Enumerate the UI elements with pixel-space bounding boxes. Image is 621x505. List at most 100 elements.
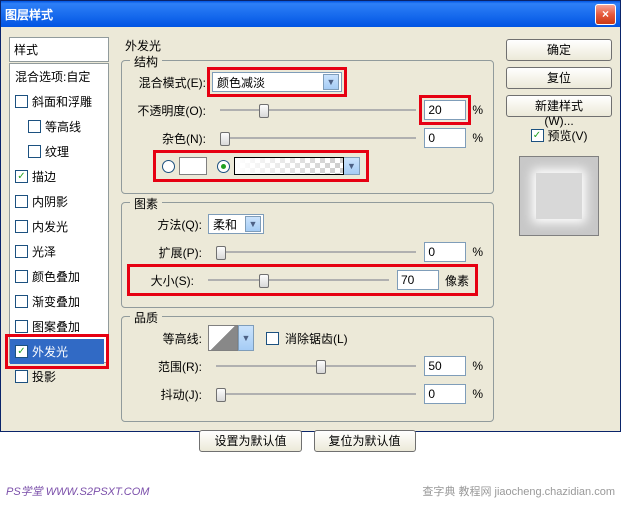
color-row: ▼ bbox=[132, 155, 483, 177]
gradient-radio[interactable] bbox=[217, 160, 230, 173]
preview-checkbox[interactable]: ✓ bbox=[531, 129, 544, 142]
dialog-content: 样式 混合选项:自定 斜面和浮雕 等高线 纹理 ✓描边 内阴影 内发光 光泽 颜… bbox=[1, 27, 620, 431]
list-item[interactable]: 等高线 bbox=[10, 114, 108, 139]
make-default-button[interactable]: 设置为默认值 bbox=[199, 430, 301, 452]
noise-slider[interactable] bbox=[220, 130, 416, 146]
elements-heading: 图素 bbox=[130, 195, 162, 212]
size-unit: 像素 bbox=[445, 272, 469, 289]
size-input[interactable]: 70 bbox=[397, 270, 439, 290]
opacity-row: 不透明度(O): 20 % bbox=[132, 99, 483, 121]
checkbox-icon[interactable] bbox=[15, 245, 28, 258]
color-swatch[interactable] bbox=[179, 157, 207, 175]
watermark-left: PS学堂 WWW.S2PSXT.COM bbox=[6, 483, 149, 499]
opacity-unit: % bbox=[472, 103, 483, 117]
checkbox-icon[interactable] bbox=[15, 95, 28, 108]
noise-input[interactable]: 0 bbox=[424, 128, 466, 148]
blend-mode-dropdown[interactable]: 颜色减淡 ▼ bbox=[212, 72, 342, 92]
preview-label: 预览(V) bbox=[548, 127, 588, 144]
new-style-button[interactable]: 新建样式(W)... bbox=[506, 95, 612, 117]
quality-group: 品质 等高线: ▼ 消除锯齿(L) 范围(R): 50 % 抖动(J): bbox=[121, 316, 494, 422]
list-item[interactable]: 斜面和浮雕 bbox=[10, 89, 108, 114]
jitter-label: 抖动(J): bbox=[132, 386, 208, 403]
structure-group: 结构 混合模式(E): 颜色减淡 ▼ 不透明度(O): 20 bbox=[121, 60, 494, 194]
jitter-input[interactable]: 0 bbox=[424, 384, 466, 404]
list-item[interactable]: ✓描边 bbox=[10, 164, 108, 189]
list-item[interactable]: 渐变叠加 bbox=[10, 289, 108, 314]
reset-default-button[interactable]: 复位为默认值 bbox=[314, 430, 416, 452]
checkbox-icon[interactable] bbox=[15, 295, 28, 308]
gradient-dropdown[interactable]: ▼ bbox=[234, 157, 360, 175]
style-list: 混合选项:自定 斜面和浮雕 等高线 纹理 ✓描边 内阴影 内发光 光泽 颜色叠加… bbox=[9, 63, 109, 363]
highlight-size: 大小(S): 70 像素 bbox=[127, 264, 478, 296]
dialog-title: 图层样式 bbox=[5, 6, 53, 23]
range-input[interactable]: 50 bbox=[424, 356, 466, 376]
highlight-color: ▼ bbox=[153, 150, 369, 182]
list-item-outer-glow[interactable]: ✓外发光 bbox=[10, 339, 104, 364]
antialias-checkbox[interactable] bbox=[266, 332, 279, 345]
preview-row: ✓ 预览(V) bbox=[506, 127, 612, 144]
watermark-right: 查字典 教程网 jiaocheng.chazidian.com bbox=[422, 483, 615, 499]
spread-slider[interactable] bbox=[216, 244, 416, 260]
spread-label: 扩展(P): bbox=[132, 244, 208, 261]
spread-input[interactable]: 0 bbox=[424, 242, 466, 262]
settings-panel: 外发光 结构 混合模式(E): 颜色减淡 ▼ 不透明度(O): bbox=[117, 37, 498, 421]
preview-swatch bbox=[536, 173, 582, 219]
list-item[interactable]: 内发光 bbox=[10, 214, 108, 239]
spread-row: 扩展(P): 0 % bbox=[132, 241, 483, 263]
checkbox-icon[interactable]: ✓ bbox=[15, 170, 28, 183]
preview-box bbox=[519, 156, 599, 236]
technique-label: 方法(Q): bbox=[132, 216, 208, 233]
range-row: 范围(R): 50 % bbox=[132, 355, 483, 377]
noise-label: 杂色(N): bbox=[132, 130, 212, 147]
checkbox-icon[interactable] bbox=[28, 145, 41, 158]
checkbox-icon[interactable] bbox=[28, 120, 41, 133]
ok-button[interactable]: 确定 bbox=[506, 39, 612, 61]
range-slider[interactable] bbox=[216, 358, 416, 374]
elements-group: 图素 方法(Q): 柔和 ▼ 扩展(P): 0 % 大小(S): bbox=[121, 202, 494, 308]
chevron-down-icon: ▼ bbox=[344, 157, 360, 175]
technique-row: 方法(Q): 柔和 ▼ bbox=[132, 213, 483, 235]
blend-mode-row: 混合模式(E): 颜色减淡 ▼ bbox=[132, 71, 483, 93]
chevron-down-icon: ▼ bbox=[323, 74, 339, 90]
default-buttons: 设置为默认值 复位为默认值 bbox=[121, 430, 494, 452]
technique-dropdown[interactable]: 柔和 ▼ bbox=[208, 214, 264, 234]
styles-panel: 样式 混合选项:自定 斜面和浮雕 等高线 纹理 ✓描边 内阴影 内发光 光泽 颜… bbox=[9, 37, 109, 421]
chevron-down-icon: ▼ bbox=[245, 216, 261, 232]
highlight-blend-mode: 颜色减淡 ▼ bbox=[207, 67, 347, 97]
blend-mode-label: 混合模式(E): bbox=[132, 74, 212, 91]
contour-row: 等高线: ▼ 消除锯齿(L) bbox=[132, 327, 483, 349]
size-slider[interactable] bbox=[208, 272, 389, 288]
jitter-unit: % bbox=[472, 387, 483, 401]
quality-heading: 品质 bbox=[130, 309, 162, 326]
checkbox-icon[interactable] bbox=[15, 370, 28, 383]
checkbox-icon[interactable]: ✓ bbox=[15, 345, 28, 358]
action-panel: 确定 复位 新建样式(W)... ✓ 预览(V) bbox=[506, 37, 612, 421]
list-item[interactable]: 纹理 bbox=[10, 139, 108, 164]
jitter-row: 抖动(J): 0 % bbox=[132, 383, 483, 405]
list-item[interactable]: 颜色叠加 bbox=[10, 264, 108, 289]
checkbox-icon[interactable] bbox=[15, 195, 28, 208]
chevron-down-icon[interactable]: ▼ bbox=[238, 325, 254, 351]
list-item[interactable]: 内阴影 bbox=[10, 189, 108, 214]
jitter-slider[interactable] bbox=[216, 386, 416, 402]
list-item[interactable]: 光泽 bbox=[10, 239, 108, 264]
checkbox-icon[interactable] bbox=[15, 320, 28, 333]
close-icon[interactable]: × bbox=[595, 4, 616, 25]
spread-unit: % bbox=[472, 245, 483, 259]
checkbox-icon[interactable] bbox=[15, 270, 28, 283]
color-radio[interactable] bbox=[162, 160, 175, 173]
layer-style-dialog: 图层样式 × 样式 混合选项:自定 斜面和浮雕 等高线 纹理 ✓描边 内阴影 内… bbox=[0, 0, 621, 432]
size-row: 大小(S): 70 像素 bbox=[132, 269, 483, 291]
blend-defaults[interactable]: 混合选项:自定 bbox=[10, 64, 108, 89]
size-label: 大小(S): bbox=[136, 272, 200, 289]
titlebar: 图层样式 × bbox=[1, 1, 620, 27]
range-label: 范围(R): bbox=[132, 358, 208, 375]
opacity-slider[interactable] bbox=[220, 102, 416, 118]
contour-picker[interactable] bbox=[208, 325, 238, 351]
antialias-label: 消除锯齿(L) bbox=[285, 330, 348, 347]
cancel-button[interactable]: 复位 bbox=[506, 67, 612, 89]
noise-row: 杂色(N): 0 % bbox=[132, 127, 483, 149]
highlight-outer-glow: ✓外发光 bbox=[5, 334, 109, 369]
opacity-input[interactable]: 20 bbox=[424, 100, 466, 120]
checkbox-icon[interactable] bbox=[15, 220, 28, 233]
